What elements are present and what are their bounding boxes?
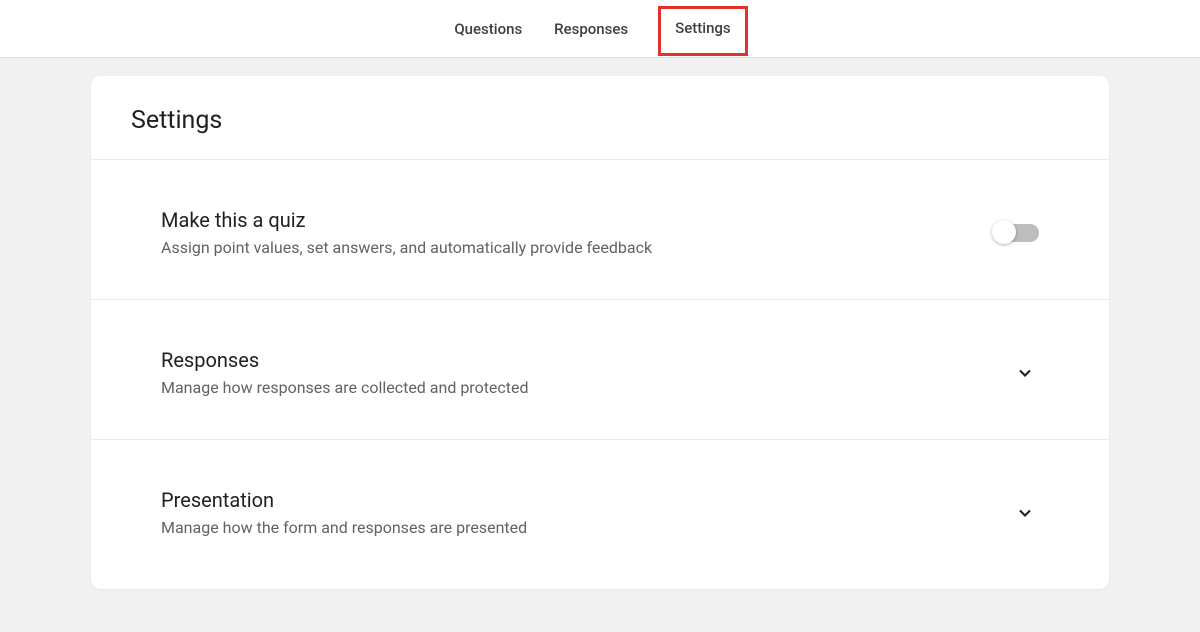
- tabs-container: Questions Responses Settings: [452, 2, 747, 56]
- section-quiz-desc: Assign point values, set answers, and au…: [161, 238, 995, 257]
- section-quiz-title: Make this a quiz: [161, 208, 995, 232]
- chevron-down-icon[interactable]: [1011, 499, 1039, 527]
- section-quiz: Make this a quiz Assign point values, se…: [91, 160, 1109, 300]
- settings-card: Settings Make this a quiz Assign point v…: [91, 76, 1109, 589]
- section-presentation-title: Presentation: [161, 488, 1011, 512]
- section-responses-text: Responses Manage how responses are colle…: [161, 348, 1011, 397]
- tab-responses[interactable]: Responses: [552, 14, 630, 44]
- tab-settings[interactable]: Settings: [675, 19, 731, 37]
- tab-settings-highlight: Settings: [658, 6, 748, 56]
- page-title: Settings: [91, 76, 1109, 160]
- tab-questions[interactable]: Questions: [452, 14, 524, 44]
- section-responses[interactable]: Responses Manage how responses are colle…: [91, 300, 1109, 440]
- quiz-toggle[interactable]: [995, 224, 1039, 242]
- top-tab-bar: Questions Responses Settings: [0, 0, 1200, 58]
- quiz-toggle-knob: [992, 220, 1016, 244]
- section-responses-title: Responses: [161, 348, 1011, 372]
- section-presentation-text: Presentation Manage how the form and res…: [161, 488, 1011, 537]
- section-responses-desc: Manage how responses are collected and p…: [161, 378, 1011, 397]
- section-quiz-text: Make this a quiz Assign point values, se…: [161, 208, 995, 257]
- chevron-down-icon[interactable]: [1011, 359, 1039, 387]
- section-presentation-desc: Manage how the form and responses are pr…: [161, 518, 1011, 537]
- section-presentation[interactable]: Presentation Manage how the form and res…: [91, 440, 1109, 579]
